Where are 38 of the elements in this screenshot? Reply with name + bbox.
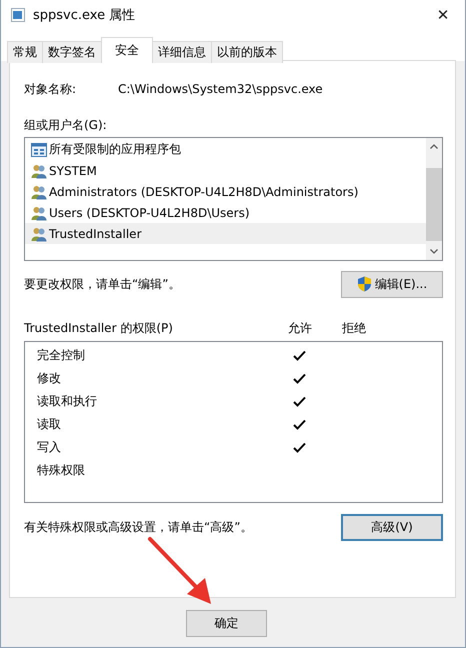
tab[interactable]: 数字签名 [42, 41, 102, 63]
user-list-item[interactable]: Users (DESKTOP-U4L2H8D\Users) [25, 202, 426, 223]
app-package-icon [31, 142, 47, 158]
advanced-button[interactable]: 高级(V) [341, 514, 443, 540]
column-header: 允许 [287, 320, 313, 336]
advanced-hint: 有关特殊权限或高级设置，请单击“高级”。 [24, 518, 252, 536]
permission-name: 修改 [37, 370, 62, 387]
close-button[interactable]: ✕ [421, 0, 465, 30]
user-list-item[interactable]: TrustedInstaller [25, 223, 426, 244]
users-icon [31, 162, 47, 178]
field-label: 对象名称: [24, 80, 78, 98]
edit-hint: 要更改权限，请单击“编辑”。 [24, 276, 180, 292]
permission-name: 特殊权限 [37, 462, 86, 479]
permission-name: 写入 [37, 439, 62, 456]
permission-name: 完全控制 [37, 347, 86, 364]
pointer-arrow [148, 537, 211, 604]
tab[interactable]: 以前的版本 [211, 41, 283, 63]
window-title: sppsvc.exe 属性 [33, 7, 136, 24]
ok-button[interactable]: 确定 [186, 610, 267, 637]
column-header: 拒绝 [341, 320, 367, 336]
permission-name: 读取和执行 [37, 393, 98, 410]
user-list-item[interactable]: Administrators (DESKTOP-U4L2H8D\Administrators) [25, 181, 426, 202]
shield-icon [356, 276, 372, 292]
users-icon [31, 226, 47, 242]
users-icon [31, 204, 47, 220]
object-path: C:\Windows\System32\sppsvc.exe [118, 82, 323, 96]
tab[interactable]: 安全 [101, 37, 153, 63]
user-list-item[interactable]: SYSTEM [25, 160, 426, 181]
scrollbar[interactable] [426, 138, 442, 260]
users-icon [31, 184, 47, 200]
permission-name: 读取 [37, 416, 62, 433]
tab[interactable]: 常规 [7, 41, 43, 63]
user-list-item[interactable]: 所有受限制的应用程序包 [25, 139, 426, 160]
tab[interactable]: 详细信息 [152, 41, 212, 63]
edit-button[interactable]: 编辑(E)... [341, 270, 443, 298]
permissions-label: TrustedInstaller 的权限(P) [24, 320, 174, 336]
list-label: 组或用户名(G): [24, 117, 108, 133]
window-icon [11, 8, 25, 22]
